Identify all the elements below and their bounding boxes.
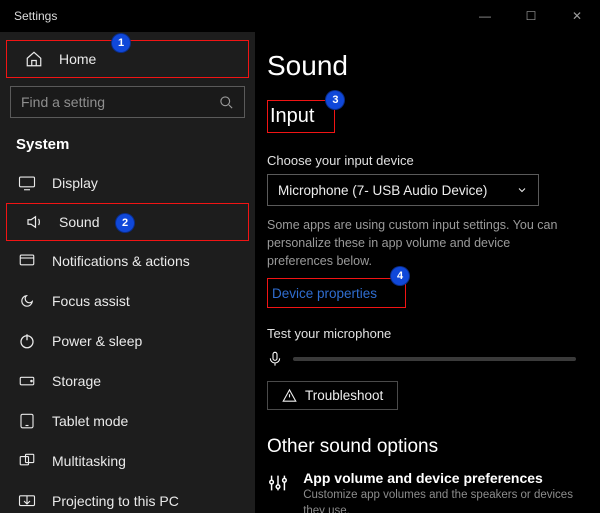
sliders-icon: [267, 470, 289, 497]
window-close-button[interactable]: ✕: [554, 0, 600, 32]
search-icon: [219, 95, 234, 110]
troubleshoot-button[interactable]: Troubleshoot: [267, 381, 398, 410]
annotation-4: 4: [391, 267, 409, 285]
chevron-down-icon: [516, 184, 528, 196]
microphone-icon: [267, 349, 283, 369]
sidebar-item-label: Sound: [59, 214, 99, 230]
page-title: Sound: [267, 50, 576, 82]
device-properties-box: Device properties 4: [267, 278, 406, 308]
troubleshoot-label: Troubleshoot: [305, 388, 383, 403]
search-placeholder: Find a setting: [21, 94, 219, 110]
input-section-box: Input 3: [267, 100, 335, 133]
notifications-icon: [16, 252, 38, 270]
home-icon: [23, 50, 45, 68]
device-properties-link[interactable]: Device properties: [272, 286, 377, 301]
focus-assist-icon: [16, 292, 38, 310]
sidebar-item-label: Display: [52, 175, 98, 191]
input-device-select[interactable]: Microphone (7- USB Audio Device): [267, 174, 539, 206]
app-volume-title: App volume and device preferences: [303, 470, 576, 486]
sidebar-item-label: Projecting to this PC: [52, 493, 179, 509]
mic-level-bar: [293, 357, 576, 361]
test-mic-label: Test your microphone: [267, 326, 576, 341]
custom-input-note: Some apps are using custom input setting…: [267, 216, 576, 270]
sidebar-item-multitasking[interactable]: Multitasking: [0, 441, 255, 481]
sidebar-item-storage[interactable]: Storage: [0, 361, 255, 401]
window-maximize-button[interactable]: ☐: [508, 0, 554, 32]
input-section-title: Input: [270, 103, 322, 130]
tablet-icon: [16, 412, 38, 430]
sound-icon: [23, 213, 45, 231]
window-minimize-button[interactable]: —: [462, 0, 508, 32]
sidebar-home-label: Home: [59, 51, 96, 67]
sidebar-item-label: Power & sleep: [52, 333, 142, 349]
projecting-icon: [16, 492, 38, 510]
sidebar-item-label: Focus assist: [52, 293, 130, 309]
app-volume-prefs-row[interactable]: App volume and device preferences Custom…: [267, 470, 576, 513]
other-sound-options-title: Other sound options: [267, 436, 576, 458]
multitasking-icon: [16, 452, 38, 470]
settings-sidebar: Home 1 Find a setting System Display Sou…: [0, 32, 255, 513]
annotation-3: 3: [326, 91, 344, 109]
warning-icon: [282, 388, 297, 403]
sidebar-item-power-sleep[interactable]: Power & sleep: [0, 321, 255, 361]
sidebar-item-label: Notifications & actions: [52, 253, 190, 269]
settings-main: Sound Input 3 Choose your input device M…: [255, 32, 600, 513]
search-input[interactable]: Find a setting: [10, 86, 245, 118]
sidebar-category: System: [0, 130, 255, 163]
storage-icon: [16, 372, 38, 390]
display-icon: [16, 174, 38, 192]
choose-input-label: Choose your input device: [267, 153, 576, 168]
input-device-selected: Microphone (7- USB Audio Device): [278, 183, 487, 198]
sidebar-item-focus-assist[interactable]: Focus assist: [0, 281, 255, 321]
sidebar-item-notifications[interactable]: Notifications & actions: [0, 241, 255, 281]
sidebar-item-tablet-mode[interactable]: Tablet mode: [0, 401, 255, 441]
sidebar-item-label: Tablet mode: [52, 413, 128, 429]
annotation-1: 1: [112, 34, 130, 52]
sidebar-item-label: Multitasking: [52, 453, 126, 469]
annotation-2: 2: [116, 214, 134, 232]
window-title: Settings: [0, 9, 255, 23]
power-icon: [16, 332, 38, 350]
sidebar-item-label: Storage: [52, 373, 101, 389]
sidebar-item-projecting[interactable]: Projecting to this PC: [0, 481, 255, 513]
app-volume-sub: Customize app volumes and the speakers o…: [303, 488, 576, 513]
sidebar-item-display[interactable]: Display: [0, 163, 255, 203]
